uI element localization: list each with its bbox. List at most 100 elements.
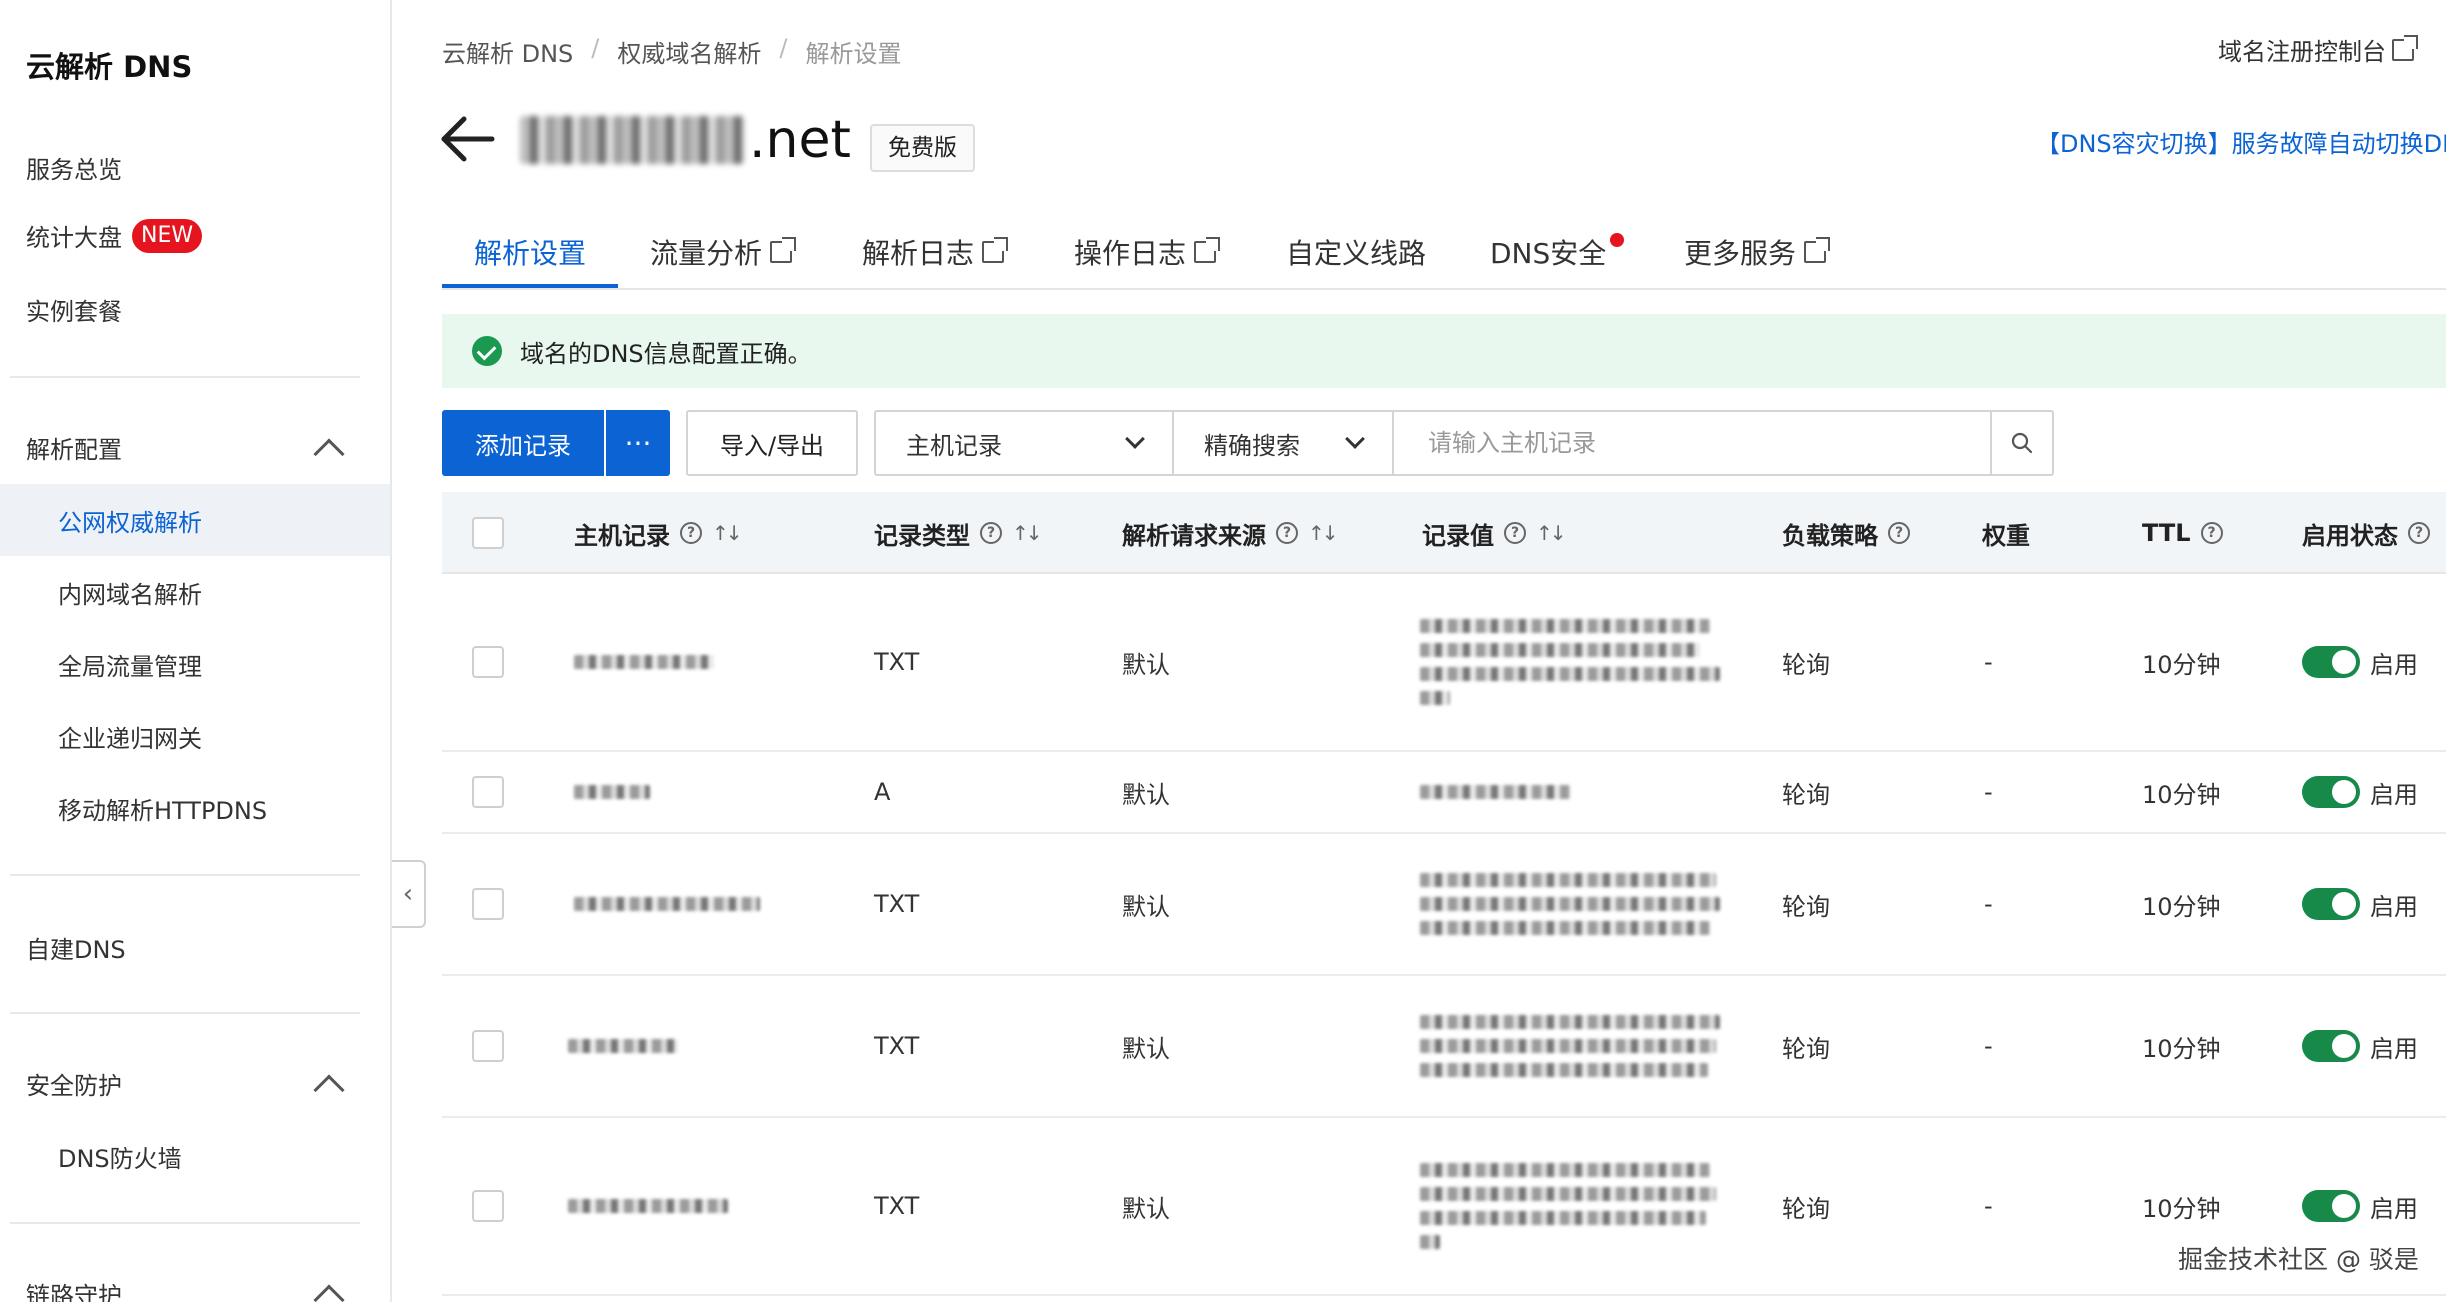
status-cell: 启用 <box>2302 752 2418 832</box>
search-mode-value: 精确搜索 <box>1204 431 1300 460</box>
sidebar-item-label: 企业递归网关 <box>58 724 202 753</box>
help-icon[interactable]: ? <box>2200 522 2223 544</box>
sidebar-item-dashboard[interactable]: 统计大盘 NEW <box>26 218 203 253</box>
help-icon[interactable]: ? <box>980 522 1002 544</box>
sidebar-item-recursive-gateway[interactable]: 企业递归网关 <box>0 700 390 772</box>
status-toggle[interactable] <box>2302 776 2360 808</box>
sort-icon[interactable]: ↑↓ <box>1308 521 1338 545</box>
status-toggle[interactable] <box>2302 888 2360 920</box>
search-mode-select[interactable]: 精确搜索 <box>1174 412 1394 474</box>
help-icon[interactable]: ? <box>1888 522 1910 544</box>
type-cell: TXT <box>874 1032 920 1060</box>
ttl-cell: 10分钟 <box>2142 650 2221 679</box>
sidebar-item-self-dns[interactable]: 自建DNS <box>26 930 126 965</box>
breadcrumb-item[interactable]: 权威域名解析 <box>617 34 761 69</box>
tab-resolve-settings[interactable]: 解析设置 <box>474 232 586 272</box>
sidebar-collapse-button[interactable]: ‹ <box>392 860 426 928</box>
redacted-host <box>574 785 650 799</box>
value-cell <box>1420 976 1720 1116</box>
host-cell <box>574 574 714 750</box>
row-checkbox[interactable] <box>472 1030 504 1062</box>
help-icon[interactable]: ? <box>1504 522 1526 544</box>
sort-icon[interactable]: ↑↓ <box>712 521 742 545</box>
chevron-up-icon <box>313 437 345 470</box>
sidebar-group-security[interactable]: 安全防护 <box>26 1066 346 1106</box>
sidebar-item-dns-firewall[interactable]: DNS防火墙 <box>0 1120 390 1192</box>
col-value[interactable]: 记录值 ? ↑↓ <box>1422 492 1566 574</box>
sort-icon[interactable]: ↑↓ <box>1536 521 1566 545</box>
col-policy: 负载策略 ? <box>1782 492 1910 574</box>
tab-label: 解析日志 <box>862 237 975 270</box>
add-record-button[interactable]: 添加记录 <box>442 410 604 476</box>
status-toggle[interactable] <box>2302 1030 2360 1062</box>
sidebar-group-resolve[interactable]: 解析配置 <box>26 430 346 470</box>
col-source[interactable]: 解析请求来源 ? ↑↓ <box>1122 492 1338 574</box>
domain-console-link[interactable]: 域名注册控制台 <box>2218 32 2418 67</box>
sidebar-item-public-auth[interactable]: 公网权威解析 <box>0 484 390 556</box>
host-cell <box>574 834 760 974</box>
tab-custom-lines[interactable]: 自定义线路 <box>1286 232 1426 272</box>
redacted-host <box>574 897 760 911</box>
help-icon[interactable]: ? <box>680 522 702 544</box>
sidebar-item-label: 公网权威解析 <box>58 508 202 537</box>
status-toggle[interactable] <box>2302 1190 2360 1222</box>
col-weight: 权重 <box>1982 492 2030 574</box>
tab-label: 自定义线路 <box>1286 237 1427 270</box>
row-checkbox[interactable] <box>472 646 504 678</box>
row-checkbox[interactable] <box>472 1190 504 1222</box>
search-button[interactable] <box>1990 412 2052 474</box>
sidebar-item-private-zone[interactable]: 内网域名解析 <box>0 556 390 628</box>
sidebar-group-link[interactable]: 链路守护 <box>26 1276 346 1302</box>
help-icon[interactable]: ? <box>2408 522 2430 544</box>
status-cell: 启用 <box>2302 976 2418 1116</box>
policy-cell: 轮询 <box>1782 780 1830 809</box>
tab-dns-security[interactable]: DNS安全 <box>1490 232 1625 272</box>
status-label: 启用 <box>2370 1194 2418 1223</box>
sidebar-item-httpdns[interactable]: 移动解析HTTPDNS <box>0 772 390 844</box>
status-label: 启用 <box>2370 780 2418 809</box>
status-toggle[interactable] <box>2302 646 2360 678</box>
col-status-label: 启用状态 <box>2302 521 2398 550</box>
row-select-cell <box>472 976 504 1116</box>
source-cell: 默认 <box>1122 892 1170 921</box>
tab-operation-logs[interactable]: 操作日志 <box>1074 232 1221 272</box>
search-input[interactable] <box>1394 412 1990 474</box>
search-icon <box>2011 432 2033 454</box>
import-export-button[interactable]: 导入/导出 <box>686 410 858 476</box>
tab-label: 更多服务 <box>1684 237 1797 270</box>
type-cell: TXT <box>874 1192 920 1220</box>
sidebar-item-overview[interactable]: 服务总览 <box>26 150 122 185</box>
help-icon[interactable]: ? <box>1276 522 1298 544</box>
table-row: TXT 默认 轮询 - 10分钟 启用 <box>442 834 2446 976</box>
more-actions-button[interactable]: ··· <box>606 410 670 476</box>
tab-bar: 解析设置 流量分析 解析日志 操作日志 自定义线路 DNS安全 更多服务 <box>442 212 2446 290</box>
sidebar-item-instances[interactable]: 实例套餐 <box>26 292 122 327</box>
breadcrumb-separator: / <box>591 34 600 62</box>
weight-cell: - <box>1984 778 1993 806</box>
row-select-cell <box>472 834 504 974</box>
watermark: 掘金技术社区 @ 驳是 <box>2178 1245 2419 1274</box>
breadcrumb-separator: / <box>779 34 788 62</box>
policy-cell: 轮询 <box>1782 1194 1830 1223</box>
table-row: TXT 默认 轮询 - 10分钟 启用 <box>442 1118 2446 1296</box>
sort-icon[interactable]: ↑↓ <box>1012 521 1042 545</box>
dns-failover-promo-link[interactable]: 【DNS容灾切换】服务故障自动切换DNS <box>2036 124 2446 159</box>
row-checkbox[interactable] <box>472 776 504 808</box>
tab-traffic-analysis[interactable]: 流量分析 <box>650 232 797 272</box>
select-all-checkbox[interactable] <box>472 517 504 549</box>
col-ttl: TTL ? <box>2142 492 2223 574</box>
source-cell: 默认 <box>1122 780 1170 809</box>
external-link-icon <box>2392 34 2418 61</box>
col-policy-label: 负载策略 <box>1782 521 1878 550</box>
row-checkbox[interactable] <box>472 888 504 920</box>
select-all-cell <box>472 492 504 574</box>
back-arrow-icon[interactable] <box>440 114 496 164</box>
sidebar-item-gtm[interactable]: 全局流量管理 <box>0 628 390 700</box>
breadcrumb-item[interactable]: 云解析 DNS <box>442 34 573 69</box>
tab-more-services[interactable]: 更多服务 <box>1684 232 1831 272</box>
search-field-select[interactable]: 主机记录 <box>876 412 1174 474</box>
redacted-host <box>568 1039 678 1053</box>
col-type[interactable]: 记录类型 ? ↑↓ <box>874 492 1042 574</box>
col-host[interactable]: 主机记录 ? ↑↓ <box>574 492 742 574</box>
tab-resolve-logs[interactable]: 解析日志 <box>862 232 1009 272</box>
